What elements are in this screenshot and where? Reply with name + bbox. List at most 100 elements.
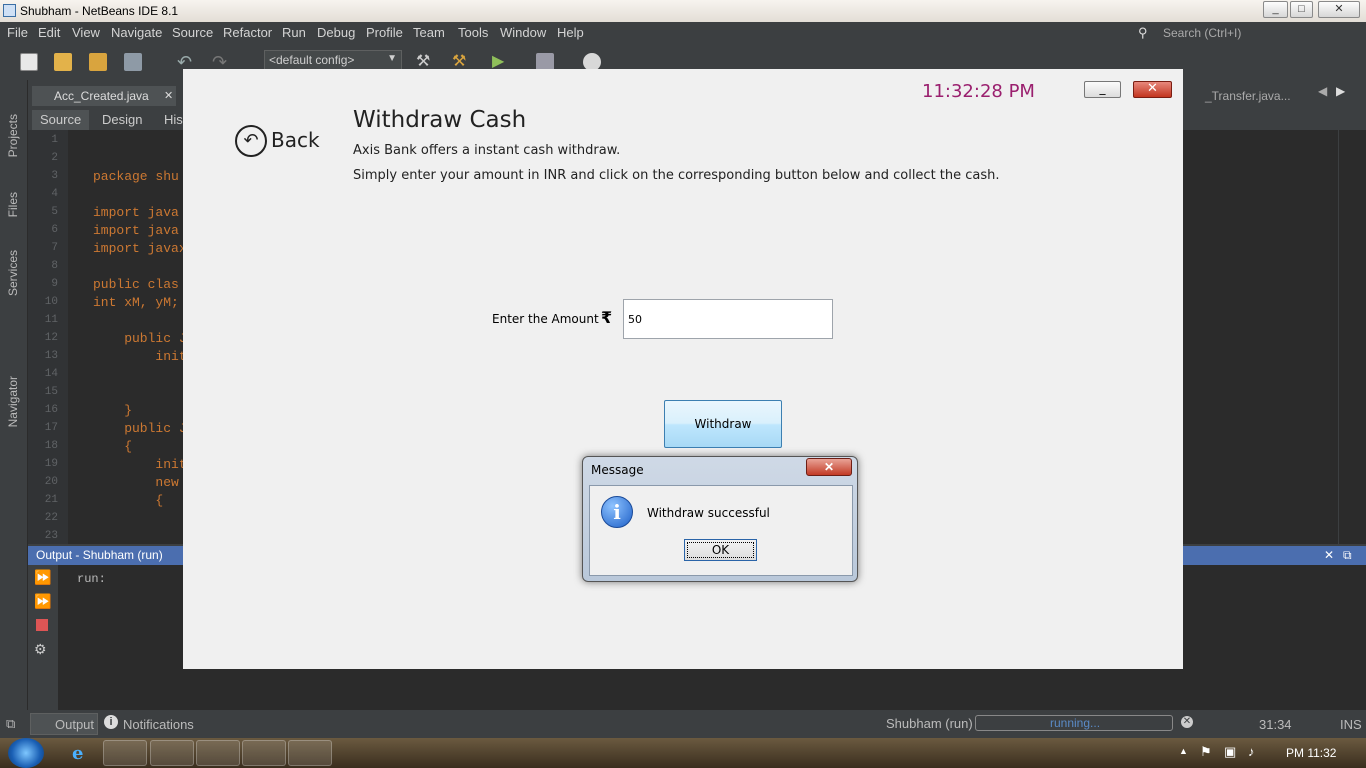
- menu-view[interactable]: View: [72, 25, 100, 40]
- cancel-task-icon[interactable]: ✕: [1181, 716, 1193, 728]
- line-number: 15: [44, 386, 58, 398]
- scroll-tabs-right-icon[interactable]: ▶: [1336, 84, 1345, 98]
- app-close-button[interactable]: ✕: [1133, 81, 1172, 98]
- flag-icon[interactable]: ⚑: [1200, 744, 1212, 760]
- back-arrow-icon[interactable]: ↶: [235, 125, 267, 157]
- insert-mode: INS: [1340, 717, 1362, 732]
- search-input[interactable]: Search (Ctrl+I): [1163, 26, 1241, 40]
- app-minimize-button[interactable]: _: [1084, 81, 1121, 98]
- output-tab[interactable]: Output: [30, 713, 98, 735]
- start-button[interactable]: [8, 738, 44, 768]
- tab-transfer[interactable]: _Transfer.java...: [1183, 86, 1323, 106]
- line-number: 8: [51, 260, 58, 272]
- code-line: public clas: [93, 277, 179, 292]
- minimize-button[interactable]: _: [1263, 1, 1288, 18]
- open-project-icon[interactable]: [89, 53, 107, 71]
- tab-projects[interactable]: Projects: [6, 114, 20, 157]
- tab-source[interactable]: Source: [32, 110, 90, 130]
- line-number: 10: [44, 296, 58, 308]
- save-all-icon[interactable]: [124, 53, 142, 71]
- line-number: 5: [51, 206, 58, 218]
- withdraw-button[interactable]: Withdraw: [664, 400, 782, 448]
- rerun-with-params-icon[interactable]: ⏩: [34, 593, 51, 610]
- menu-tools[interactable]: Tools: [458, 25, 488, 40]
- menu-team[interactable]: Team: [413, 25, 445, 40]
- new-project-icon[interactable]: [54, 53, 72, 71]
- menu-navigate[interactable]: Navigate: [111, 25, 162, 40]
- menu-help[interactable]: Help: [557, 25, 584, 40]
- media-player-icon[interactable]: [150, 740, 194, 766]
- java-icon[interactable]: [288, 740, 332, 766]
- line-number: 18: [44, 440, 58, 452]
- maximize-button[interactable]: □: [1290, 1, 1313, 18]
- line-number: 6: [51, 224, 58, 236]
- line-number: 11: [44, 314, 58, 326]
- word-icon[interactable]: [196, 740, 240, 766]
- line-number: 23: [44, 530, 58, 542]
- line-number: 17: [44, 422, 58, 434]
- tab-navigator[interactable]: Navigator: [6, 376, 20, 427]
- progress-text: running...: [1050, 716, 1101, 730]
- new-file-icon[interactable]: [20, 53, 38, 71]
- explorer-icon[interactable]: [103, 740, 147, 766]
- ok-button[interactable]: OK: [684, 539, 757, 561]
- line-number: 9: [51, 278, 58, 290]
- line-number: 14: [44, 368, 58, 380]
- menu-profile[interactable]: Profile: [366, 25, 403, 40]
- rerun-icon[interactable]: ⏩: [34, 569, 51, 586]
- editor-scrollbar[interactable]: [1338, 130, 1366, 544]
- scroll-tabs-left-icon[interactable]: ◀: [1318, 84, 1327, 98]
- amount-label: Enter the Amount: [492, 312, 599, 326]
- virtualbox-icon[interactable]: [242, 740, 286, 766]
- menu-run[interactable]: Run: [282, 25, 306, 40]
- network-icon[interactable]: ▣: [1224, 744, 1236, 760]
- tab-services[interactable]: Services: [6, 250, 20, 296]
- show-hidden-icons-icon[interactable]: ▲: [1179, 746, 1188, 756]
- menu-refactor[interactable]: Refactor: [223, 25, 272, 40]
- tab-files[interactable]: Files: [6, 192, 20, 217]
- window-title: Shubham - NetBeans IDE 8.1: [20, 4, 179, 18]
- left-side-panel: Projects Files Services Navigator: [0, 80, 28, 710]
- config-value: <default config>: [269, 53, 355, 67]
- close-button[interactable]: ✕: [1318, 1, 1360, 18]
- taskbar-clock[interactable]: PM 11:32: [1286, 746, 1336, 760]
- code-line: int xM, yM;: [93, 295, 179, 310]
- task-label: Shubham (run): [886, 716, 973, 731]
- back-button[interactable]: Back: [271, 128, 320, 152]
- search-box[interactable]: ⚲ Search (Ctrl+I): [1136, 23, 1366, 43]
- ie-icon[interactable]: e: [58, 740, 102, 766]
- output-text: run:: [77, 572, 106, 586]
- tab-acc-created[interactable]: Acc_Created.java ✕: [32, 86, 176, 106]
- app-clock: 11:32:28 PM: [922, 81, 1035, 102]
- stop-icon[interactable]: [36, 619, 48, 631]
- menu-debug[interactable]: Debug: [317, 25, 355, 40]
- close-icon[interactable]: ✕: [164, 89, 173, 102]
- dialog-title: Message: [591, 463, 644, 477]
- config-select[interactable]: <default config> ▼: [264, 50, 402, 70]
- paint-icon[interactable]: [334, 740, 378, 766]
- line-number: 19: [44, 458, 58, 470]
- line-number: 16: [44, 404, 58, 416]
- tab-design[interactable]: Design: [94, 110, 150, 130]
- message-dialog: Message ✕ i Withdraw successful OK: [582, 456, 858, 582]
- dialog-close-button[interactable]: ✕: [806, 458, 852, 476]
- netbeans-icon: [3, 4, 16, 17]
- line-number: 13: [44, 350, 58, 362]
- line-number: 12: [44, 332, 58, 344]
- code-line: public J: [93, 331, 187, 346]
- menu-file[interactable]: File: [7, 25, 28, 40]
- restore-icon[interactable]: ⧉: [6, 716, 15, 732]
- line-number: 21: [44, 494, 58, 506]
- restore-window-icon[interactable]: ⧉: [1343, 548, 1352, 563]
- code-line: }: [93, 403, 133, 418]
- menu-edit[interactable]: Edit: [38, 25, 60, 40]
- settings-icon[interactable]: ⚙: [34, 641, 47, 658]
- code-line: init: [93, 457, 187, 472]
- menu-source[interactable]: Source: [172, 25, 213, 40]
- amount-input[interactable]: [623, 299, 833, 339]
- close-icon[interactable]: ✕: [1324, 548, 1334, 562]
- menu-window[interactable]: Window: [500, 25, 546, 40]
- chevron-down-icon: ▼: [387, 53, 397, 64]
- notifications-tab[interactable]: Notifications: [123, 717, 194, 732]
- volume-icon[interactable]: ♪: [1248, 744, 1255, 759]
